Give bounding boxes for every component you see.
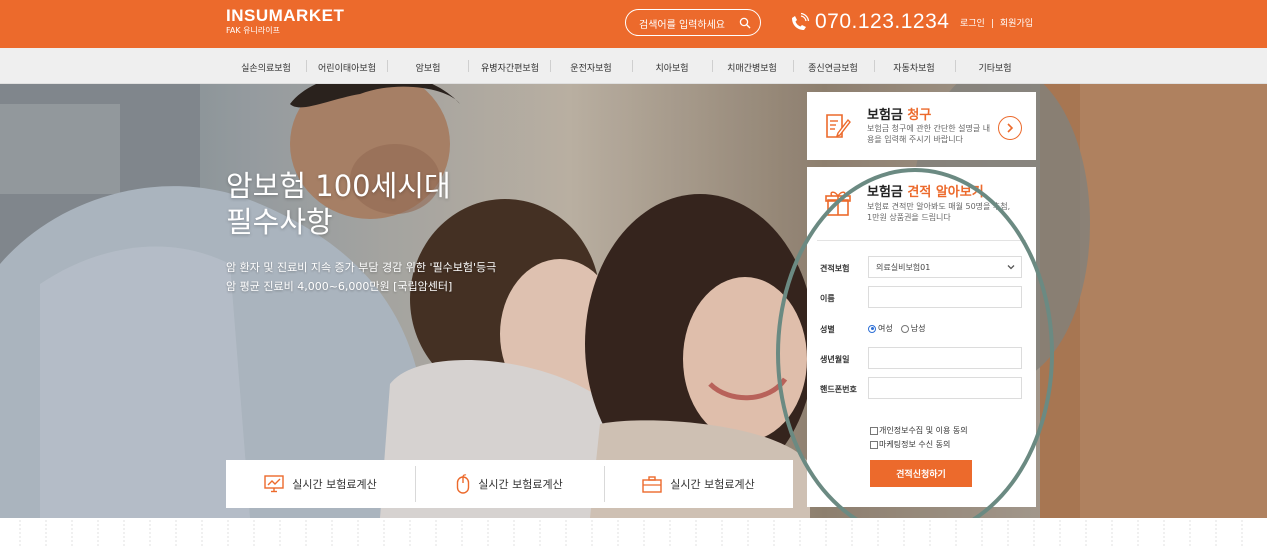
phone-icon: [792, 12, 810, 30]
nav-divider: [468, 60, 469, 72]
nav-item-annuity[interactable]: 종신연금보험: [808, 61, 858, 74]
nav-divider: [955, 60, 956, 72]
top-header: INSUMARKET FAK 유니라이프 검색어를 입력하세요 070.123.…: [0, 0, 1267, 48]
signup-link[interactable]: 회원가입: [1000, 19, 1033, 29]
calc-button-label: 실시간 보험료계산: [670, 478, 755, 491]
claim-title-accent: 청구: [907, 108, 932, 123]
main-nav: 실손의료보험 어린이태아보험 암보험 유병자간편보험 운전자보험 치아보험 치매…: [0, 48, 1267, 84]
claim-title: 보험금 청구: [867, 104, 931, 123]
hero-subtext-line-2: 암 평균 진료비 4,000~6,000만원 [국립암센터]: [226, 280, 453, 293]
calc-button-3[interactable]: 실시간 보험료계산: [604, 460, 793, 508]
document-edit-icon: [826, 114, 851, 138]
hero-headline-line-2: 필수사항: [226, 205, 333, 239]
nav-divider: [793, 60, 794, 72]
logo-subtext: FAK 유니라이프: [226, 26, 280, 35]
nav-item-auto[interactable]: 자동차보험: [893, 61, 934, 74]
site-logo[interactable]: INSUMARKET FAK 유니라이프: [226, 7, 344, 36]
nav-item-dementia[interactable]: 치매간병보험: [727, 61, 777, 74]
hero-headline-line-1: 암보험 100세시대: [226, 169, 451, 203]
claim-box[interactable]: 보험금 청구 보험금 청구에 관한 간단한 설명글 내용을 입력해 주시기 바랍…: [807, 92, 1036, 160]
briefcase-icon: [642, 476, 662, 493]
hero-headline: 암보험 100세시대 필수사항: [226, 168, 451, 240]
login-link[interactable]: 로그인: [960, 19, 985, 29]
nav-divider: [550, 60, 551, 72]
calc-button-2[interactable]: 실시간 보험료계산: [415, 460, 604, 508]
claim-description: 보험금 청구에 관한 간단한 설명글 내용을 입력해 주시기 바랍니다: [867, 124, 991, 144]
auth-separator: |: [990, 19, 994, 29]
nav-divider: [306, 60, 307, 72]
highlight-ellipse: [776, 168, 1054, 539]
nav-item-driver[interactable]: 운전자보험: [570, 61, 611, 74]
nav-divider: [874, 60, 875, 72]
search-input[interactable]: 검색어를 입력하세요: [639, 16, 725, 31]
family-photo: [0, 84, 1267, 518]
search-box[interactable]: 검색어를 입력하세요: [625, 9, 761, 36]
nav-item-cancer[interactable]: 암보험: [416, 61, 441, 74]
claim-title-prefix: 보험금: [867, 108, 908, 123]
calc-button-label: 실시간 보험료계산: [478, 478, 563, 491]
calc-button-label: 실시간 보험료계산: [292, 478, 377, 491]
nav-item-dental[interactable]: 치아보험: [655, 61, 688, 74]
nav-item-simplified[interactable]: 유병자간편보험: [481, 61, 539, 74]
chevron-right-icon: [1007, 123, 1014, 133]
claim-arrow-button[interactable]: [998, 116, 1022, 140]
bottom-pattern: [0, 518, 1267, 546]
monitor-chart-icon: [264, 475, 284, 493]
nav-item-other[interactable]: 기타보험: [978, 61, 1011, 74]
nav-divider: [387, 60, 388, 72]
auth-links: 로그인 | 회원가입: [960, 16, 1033, 29]
logo-text: INSUMARKET: [226, 6, 345, 25]
nav-divider: [632, 60, 633, 72]
nav-item-children[interactable]: 어린이태아보험: [318, 61, 376, 74]
hero-banner: 암보험 100세시대 필수사항: [0, 84, 1267, 518]
nav-divider: [712, 60, 713, 72]
mouse-icon: [457, 474, 470, 494]
calculator-bar: 실시간 보험료계산 실시간 보험료계산 실시간 보험료계산: [226, 460, 793, 508]
calc-button-1[interactable]: 실시간 보험료계산: [226, 460, 415, 508]
hero-subtext-line-1: 암 환자 및 진료비 지속 증가 부담 경감 위한 '필수보험'등극: [226, 261, 497, 274]
phone-number: 070.123.1234: [815, 10, 950, 33]
search-icon[interactable]: [739, 17, 751, 29]
nav-item-medical[interactable]: 실손의료보험: [241, 61, 291, 74]
hero-subtext: 암 환자 및 진료비 지속 증가 부담 경감 위한 '필수보험'등극 암 평균 …: [226, 258, 496, 296]
